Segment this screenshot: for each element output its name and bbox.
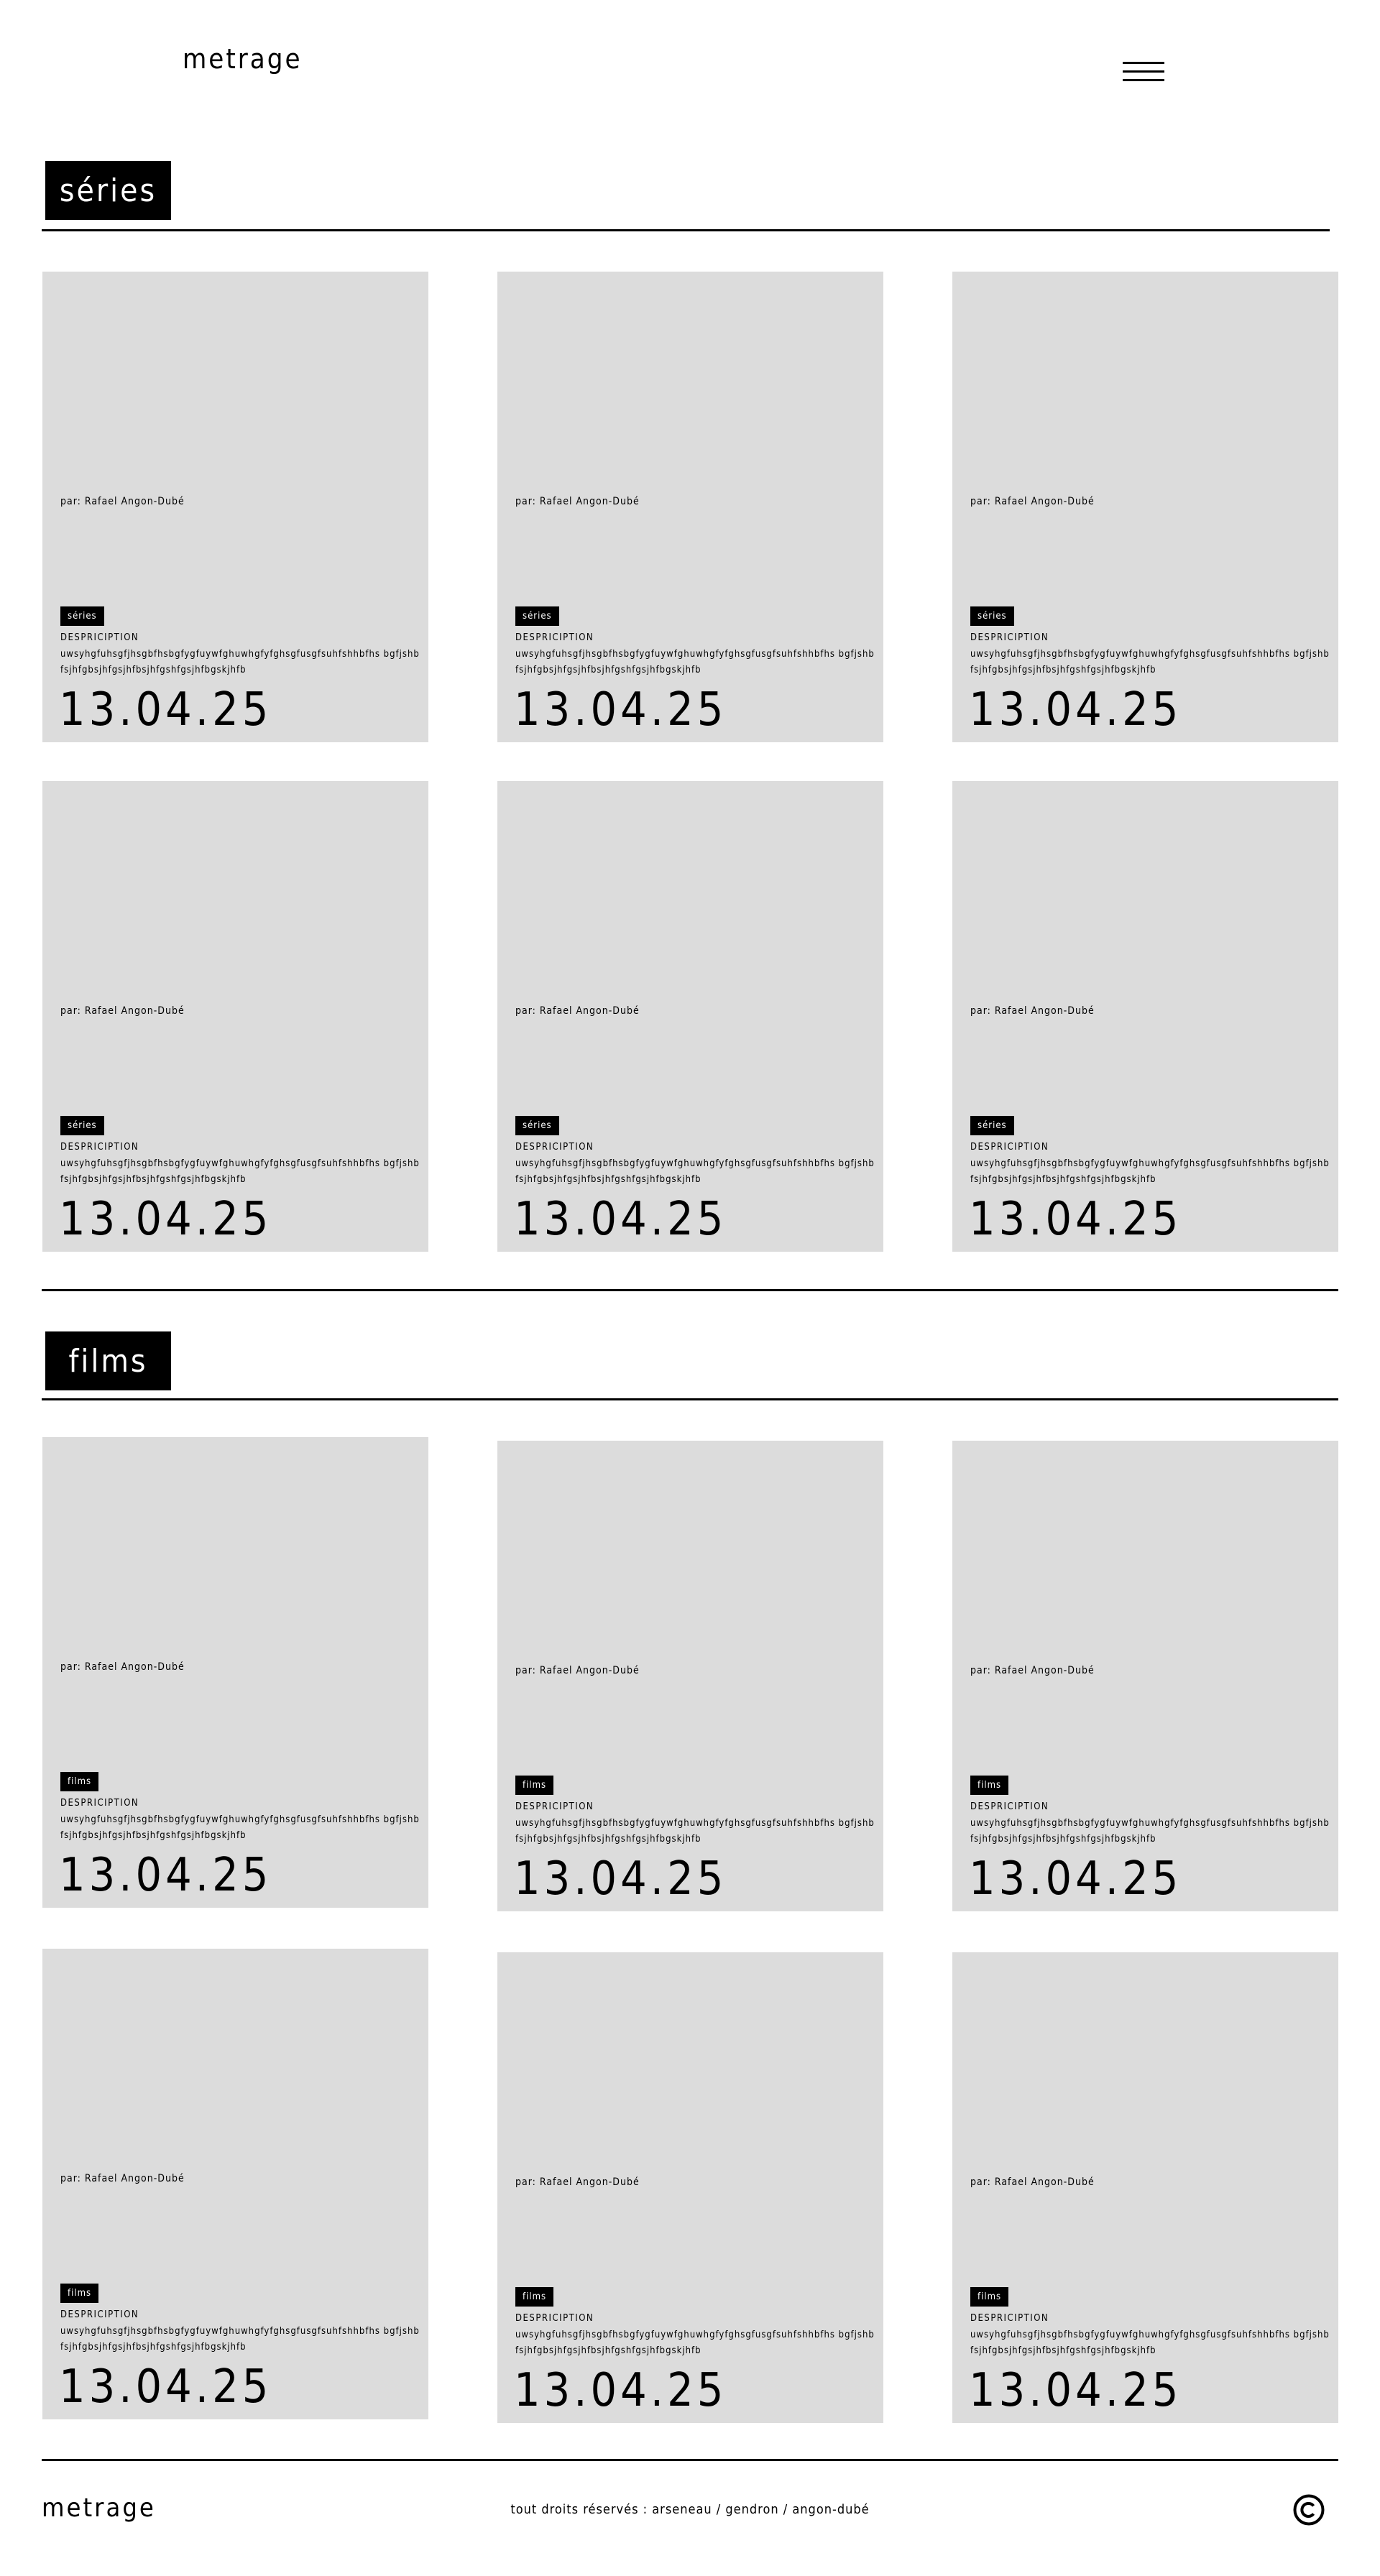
- card-date: 13.04.25: [514, 1193, 727, 1246]
- content-card[interactable]: par: Rafael Angon-Dubé films DESPRICIPTION…: [497, 1952, 883, 2423]
- card-description: uwsyhgfuhsgfjhsgbfhsbgfygfuywfghuwhgfyfg…: [970, 1158, 1330, 1185]
- card-date: 13.04.25: [59, 1193, 272, 1246]
- card-category-badge[interactable]: films: [515, 2287, 554, 2307]
- content-card[interactable]: par: Rafael Angon-Dubé séries DESPRICIPTIO…: [497, 272, 883, 742]
- content-card[interactable]: par: Rafael Angon-Dubé films DESPRICIPTION…: [952, 1952, 1338, 2423]
- hamburger-menu-icon[interactable]: [1123, 62, 1164, 85]
- footer-divider: [42, 2459, 1338, 2461]
- series-title-divider: [42, 229, 1330, 231]
- content-card[interactable]: par: Rafael Angon-Dubé films DESPRICIPTION…: [952, 1441, 1338, 1911]
- card-category-badge[interactable]: films: [970, 1776, 1009, 1795]
- card-description-label: DESPRICIPTION: [60, 1798, 139, 1809]
- card-author: par: Rafael Angon-Dubé: [970, 1665, 1095, 1676]
- card-date: 13.04.25: [969, 683, 1182, 737]
- card-category-badge[interactable]: séries: [60, 1116, 104, 1135]
- card-category-badge[interactable]: films: [60, 1772, 99, 1791]
- copyright-icon: [1293, 2494, 1325, 2526]
- card-category-badge[interactable]: séries: [515, 1116, 559, 1135]
- card-description-label: DESPRICIPTION: [515, 2313, 594, 2324]
- card-category-badge[interactable]: films: [970, 2287, 1009, 2307]
- card-description: uwsyhgfuhsgfjhsgbfhsbgfygfuywfghuwhgfyfg…: [60, 1158, 420, 1185]
- footer-credits: tout droits réservés : arseneau / gendro…: [510, 2502, 870, 2517]
- card-description: uwsyhgfuhsgfjhsgbfhsbgfygfuywfghuwhgfyfg…: [970, 1818, 1330, 1845]
- series-section-title: séries: [45, 161, 171, 220]
- card-description: uwsyhgfuhsgfjhsgbfhsbgfygfuywfghuwhgfyfg…: [515, 649, 875, 675]
- card-author: par: Rafael Angon-Dubé: [515, 1005, 640, 1017]
- menu-bar: [1123, 70, 1164, 73]
- card-description-label: DESPRICIPTION: [60, 632, 139, 643]
- card-category-badge[interactable]: films: [515, 1776, 554, 1795]
- card-author: par: Rafael Angon-Dubé: [60, 1661, 185, 1673]
- card-date: 13.04.25: [514, 1852, 727, 1906]
- card-author: par: Rafael Angon-Dubé: [515, 496, 640, 507]
- card-date: 13.04.25: [514, 2364, 727, 2417]
- card-description: uwsyhgfuhsgfjhsgbfhsbgfygfuywfghuwhgfyfg…: [60, 2326, 420, 2353]
- card-date: 13.04.25: [969, 1852, 1182, 1906]
- card-category-badge[interactable]: séries: [970, 606, 1014, 626]
- section-divider: [42, 1289, 1338, 1291]
- card-description: uwsyhgfuhsgfjhsgbfhsbgfygfuywfghuwhgfyfg…: [515, 1818, 875, 1845]
- card-description-label: DESPRICIPTION: [515, 632, 594, 643]
- card-author: par: Rafael Angon-Dubé: [970, 496, 1095, 507]
- card-description: uwsyhgfuhsgfjhsgbfhsbgfygfuywfghuwhgfyfg…: [970, 649, 1330, 675]
- card-author: par: Rafael Angon-Dubé: [970, 1005, 1095, 1017]
- card-description-label: DESPRICIPTION: [970, 632, 1049, 643]
- content-card[interactable]: par: Rafael Angon-Dubé séries DESPRICIPTIO…: [42, 781, 428, 1252]
- card-category-badge[interactable]: séries: [515, 606, 559, 626]
- card-description: uwsyhgfuhsgfjhsgbfhsbgfygfuywfghuwhgfyfg…: [60, 1814, 420, 1841]
- content-card[interactable]: par: Rafael Angon-Dubé films DESPRICIPTION…: [497, 1441, 883, 1911]
- content-card[interactable]: par: Rafael Angon-Dubé films DESPRICIPTION…: [42, 1437, 428, 1908]
- content-card[interactable]: par: Rafael Angon-Dubé séries DESPRICIPTIO…: [952, 781, 1338, 1252]
- site-logo[interactable]: metrage: [183, 43, 303, 75]
- card-description-label: DESPRICIPTION: [515, 1142, 594, 1153]
- card-author: par: Rafael Angon-Dubé: [515, 2176, 640, 2188]
- card-author: par: Rafael Angon-Dubé: [515, 1665, 640, 1676]
- card-date: 13.04.25: [969, 2364, 1182, 2417]
- content-card[interactable]: par: Rafael Angon-Dubé séries DESPRICIPTIO…: [952, 272, 1338, 742]
- card-description-label: DESPRICIPTION: [60, 2309, 139, 2320]
- card-category-badge[interactable]: séries: [970, 1116, 1014, 1135]
- card-date: 13.04.25: [59, 683, 272, 737]
- card-category-badge[interactable]: séries: [60, 606, 104, 626]
- films-title-divider: [42, 1398, 1338, 1400]
- card-author: par: Rafael Angon-Dubé: [60, 496, 185, 507]
- card-description-label: DESPRICIPTION: [970, 1801, 1049, 1812]
- card-description-label: DESPRICIPTION: [970, 2313, 1049, 2324]
- content-card[interactable]: par: Rafael Angon-Dubé séries DESPRICIPTIO…: [497, 781, 883, 1252]
- menu-bar: [1123, 62, 1164, 64]
- films-section-title: films: [45, 1331, 171, 1390]
- card-author: par: Rafael Angon-Dubé: [60, 2173, 185, 2184]
- content-card[interactable]: par: Rafael Angon-Dubé séries DESPRICIPTIO…: [42, 272, 428, 742]
- card-date: 13.04.25: [59, 2360, 272, 2414]
- menu-bar: [1123, 79, 1164, 81]
- card-date: 13.04.25: [514, 683, 727, 737]
- content-card[interactable]: par: Rafael Angon-Dubé films DESPRICIPTION…: [42, 1949, 428, 2419]
- card-description: uwsyhgfuhsgfjhsgbfhsbgfygfuywfghuwhgfyfg…: [60, 649, 420, 675]
- card-description-label: DESPRICIPTION: [60, 1142, 139, 1153]
- card-date: 13.04.25: [969, 1193, 1182, 1246]
- card-author: par: Rafael Angon-Dubé: [970, 2176, 1095, 2188]
- card-category-badge[interactable]: films: [60, 2284, 99, 2303]
- card-description-label: DESPRICIPTION: [515, 1801, 594, 1812]
- card-description-label: DESPRICIPTION: [970, 1142, 1049, 1153]
- card-description: uwsyhgfuhsgfjhsgbfhsbgfygfuywfghuwhgfyfg…: [515, 2330, 875, 2356]
- card-author: par: Rafael Angon-Dubé: [60, 1005, 185, 1017]
- card-description: uwsyhgfuhsgfjhsgbfhsbgfygfuywfghuwhgfyfg…: [970, 2330, 1330, 2356]
- card-date: 13.04.25: [59, 1849, 272, 1902]
- card-description: uwsyhgfuhsgfjhsgbfhsbgfygfuywfghuwhgfyfg…: [515, 1158, 875, 1185]
